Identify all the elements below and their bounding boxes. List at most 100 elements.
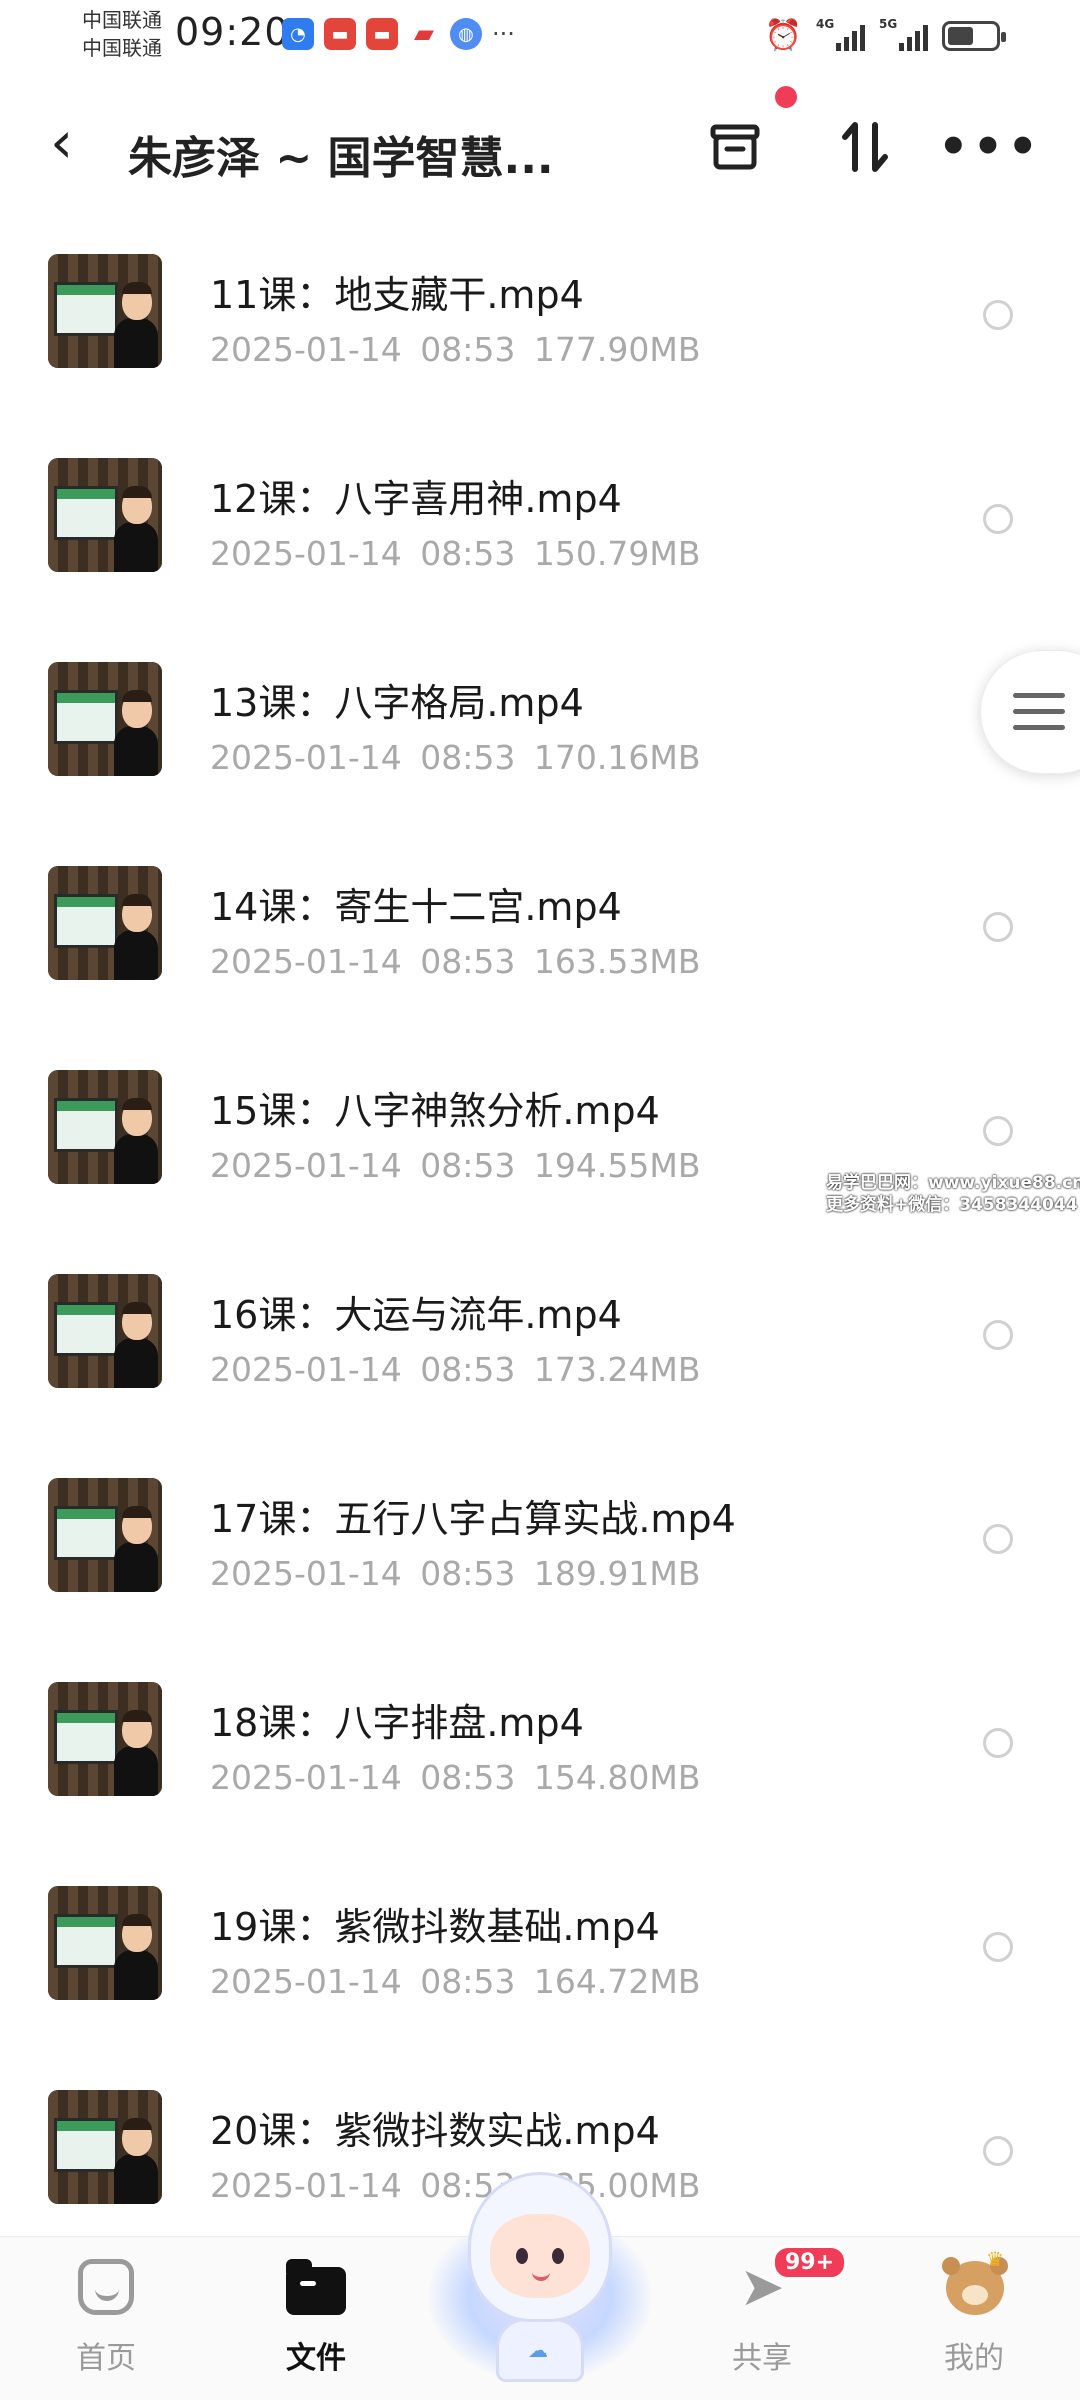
- select-radio[interactable]: [983, 1320, 1013, 1350]
- app-blue-icon: ◔: [282, 18, 314, 50]
- file-size: 189.91MB: [533, 1554, 701, 1593]
- video-thumbnail: [48, 1682, 162, 1796]
- select-radio[interactable]: [983, 1932, 1013, 1962]
- video-thumbnail: [48, 1070, 162, 1184]
- file-row[interactable]: 16课：大运与流年.mp4 2025-01-14 08:53 173.24MB: [0, 1232, 1080, 1436]
- file-row[interactable]: 12课：八字喜用神.mp4 2025-01-14 08:53 150.79MB: [0, 416, 1080, 620]
- file-row[interactable]: 19课：紫微抖数基础.mp4 2025-01-14 08:53 164.72MB: [0, 1844, 1080, 2048]
- watermark-line-2: 更多资料+微信：3458344044: [826, 1195, 1078, 1215]
- bear-avatar-icon: ♛: [942, 2247, 1004, 2315]
- file-size: 163.53MB: [533, 942, 701, 981]
- signal-sim1-icon: 4G: [816, 17, 865, 51]
- page-title: 朱彦泽 ~ 国学智慧...: [128, 133, 554, 184]
- mascot-face: [490, 2214, 590, 2298]
- sim2-type-label: 5G: [879, 16, 898, 31]
- more-dots-icon: ···: [492, 20, 515, 48]
- huawei-red-icon: ▬: [324, 18, 356, 50]
- top-app-bar: ‹ 朱彦泽 ~ 国学智慧... •••: [0, 90, 1080, 200]
- alarm-icon: ⏰: [764, 18, 802, 53]
- tab-mine-label: 我的: [944, 2341, 1004, 2376]
- file-time: 08:53: [420, 1350, 516, 1389]
- tab-mine[interactable]: ♛ 我的: [904, 2247, 1044, 2377]
- video-thumbnail: [48, 662, 162, 776]
- watermark: 易学巴巴网：www.yixue88.cn 更多资料+微信：3458344044: [826, 1172, 1080, 1216]
- bear-muzzle: [962, 2285, 988, 2305]
- back-button[interactable]: ‹: [50, 112, 73, 172]
- file-name: 17课：五行八字占算实战.mp4: [210, 1497, 736, 1541]
- battery-fill: [948, 26, 973, 45]
- unread-dot-badge: [775, 86, 797, 108]
- file-date: 2025-01-14: [210, 738, 402, 777]
- file-meta: 2025-01-14 08:53 154.80MB: [210, 1758, 700, 1797]
- tab-files-label: 文件: [286, 2341, 346, 2376]
- select-radio[interactable]: [983, 912, 1013, 942]
- file-time: 08:53: [420, 1962, 516, 2001]
- file-size: 173.24MB: [533, 1350, 701, 1389]
- video-thumbnail: [48, 2090, 162, 2204]
- tab-share[interactable]: ➤ 99+ 共享: [692, 2245, 848, 2377]
- file-row[interactable]: 11课：地支藏干.mp4 2025-01-14 08:53 177.90MB: [0, 212, 1080, 416]
- file-date: 2025-01-14: [210, 330, 402, 369]
- tab-home[interactable]: 首页: [36, 2257, 176, 2377]
- video-thumbnail: [48, 254, 162, 368]
- file-row[interactable]: 13课：八字格局.mp4 2025-01-14 08:53 170.16MB: [0, 620, 1080, 824]
- assistant-mascot-button[interactable]: ☁: [428, 2172, 652, 2382]
- file-time: 08:53: [420, 738, 516, 777]
- signal-sim2-icon: 5G: [879, 17, 928, 51]
- file-meta: 2025-01-14 08:53 164.72MB: [210, 1962, 700, 2001]
- book-icon: ▰: [414, 19, 434, 49]
- file-size: 164.72MB: [533, 1962, 701, 2001]
- file-name: 20课：紫微抖数实战.mp4: [210, 2109, 660, 2153]
- file-date: 2025-01-14: [210, 1758, 402, 1797]
- file-size: 150.79MB: [533, 534, 701, 573]
- file-meta: 2025-01-14 08:53 170.16MB: [210, 738, 700, 777]
- share-count-badge: 99+: [772, 2245, 848, 2280]
- carrier-1: 中国联通: [82, 8, 162, 32]
- select-radio[interactable]: [983, 1524, 1013, 1554]
- file-size: 194.55MB: [533, 1146, 701, 1185]
- file-time: 08:53: [420, 1146, 516, 1185]
- file-size: 177.90MB: [533, 330, 701, 369]
- file-list: 11课：地支藏干.mp4 2025-01-14 08:53 177.90MB 12课…: [0, 212, 1080, 2252]
- select-radio[interactable]: [983, 1116, 1013, 1146]
- carrier-2: 中国联通: [82, 36, 162, 60]
- file-time: 08:53: [420, 534, 516, 573]
- select-radio[interactable]: [983, 300, 1013, 330]
- watermark-line-1: 易学巴巴网：www.yixue88.cn: [826, 1173, 1080, 1193]
- file-meta: 2025-01-14 08:53 194.55MB: [210, 1146, 700, 1185]
- crown-icon: ♛: [986, 2247, 1004, 2271]
- huawei-red-icon: ▬: [366, 18, 398, 50]
- video-thumbnail: [48, 1478, 162, 1592]
- archive-box-button[interactable]: [700, 112, 770, 182]
- status-right-group: ⏰ 4G 5G: [764, 17, 1006, 53]
- file-size: 170.16MB: [533, 738, 701, 777]
- file-name: 14课：寄生十二宫.mp4: [210, 885, 622, 929]
- file-time: 08:53: [420, 330, 516, 369]
- more-options-button[interactable]: •••: [938, 112, 1038, 182]
- tab-files[interactable]: 文件: [246, 2257, 386, 2377]
- status-bar: 中国联通 中国联通 09:20 ◔ ▬ ▬ ▰ ◍ ··· ⏰ 4G 5G: [0, 0, 1080, 80]
- carrier-labels: 中国联通 中国联通: [82, 6, 162, 62]
- file-date: 2025-01-14: [210, 1350, 402, 1389]
- file-row[interactable]: 17课：五行八字占算实战.mp4 2025-01-14 08:53 189.91M…: [0, 1436, 1080, 1640]
- file-size: 154.80MB: [533, 1758, 701, 1797]
- sort-button[interactable]: [830, 112, 900, 182]
- file-name: 18课：八字排盘.mp4: [210, 1701, 584, 1745]
- file-name: 16课：大运与流年.mp4: [210, 1293, 622, 1337]
- menu-line: [1013, 709, 1065, 714]
- file-row[interactable]: 18课：八字排盘.mp4 2025-01-14 08:53 154.80MB: [0, 1640, 1080, 1844]
- file-name: 11课：地支藏干.mp4: [210, 273, 584, 317]
- browser-globe-icon: ◍: [450, 18, 482, 50]
- file-date: 2025-01-14: [210, 534, 402, 573]
- select-radio[interactable]: [983, 504, 1013, 534]
- file-name: 13课：八字格局.mp4: [210, 681, 584, 725]
- mascot-eye-right: [552, 2248, 564, 2264]
- file-row[interactable]: 14课：寄生十二宫.mp4 2025-01-14 08:53 163.53MB: [0, 824, 1080, 1028]
- select-radio[interactable]: [983, 1728, 1013, 1758]
- sort-arrows-icon: [842, 122, 888, 172]
- file-name: 15课：八字神煞分析.mp4: [210, 1089, 660, 1133]
- file-date: 2025-01-14: [210, 1962, 402, 2001]
- sim1-type-label: 4G: [816, 16, 835, 31]
- select-radio[interactable]: [983, 2136, 1013, 2166]
- file-name: 19课：紫微抖数基础.mp4: [210, 1905, 660, 1949]
